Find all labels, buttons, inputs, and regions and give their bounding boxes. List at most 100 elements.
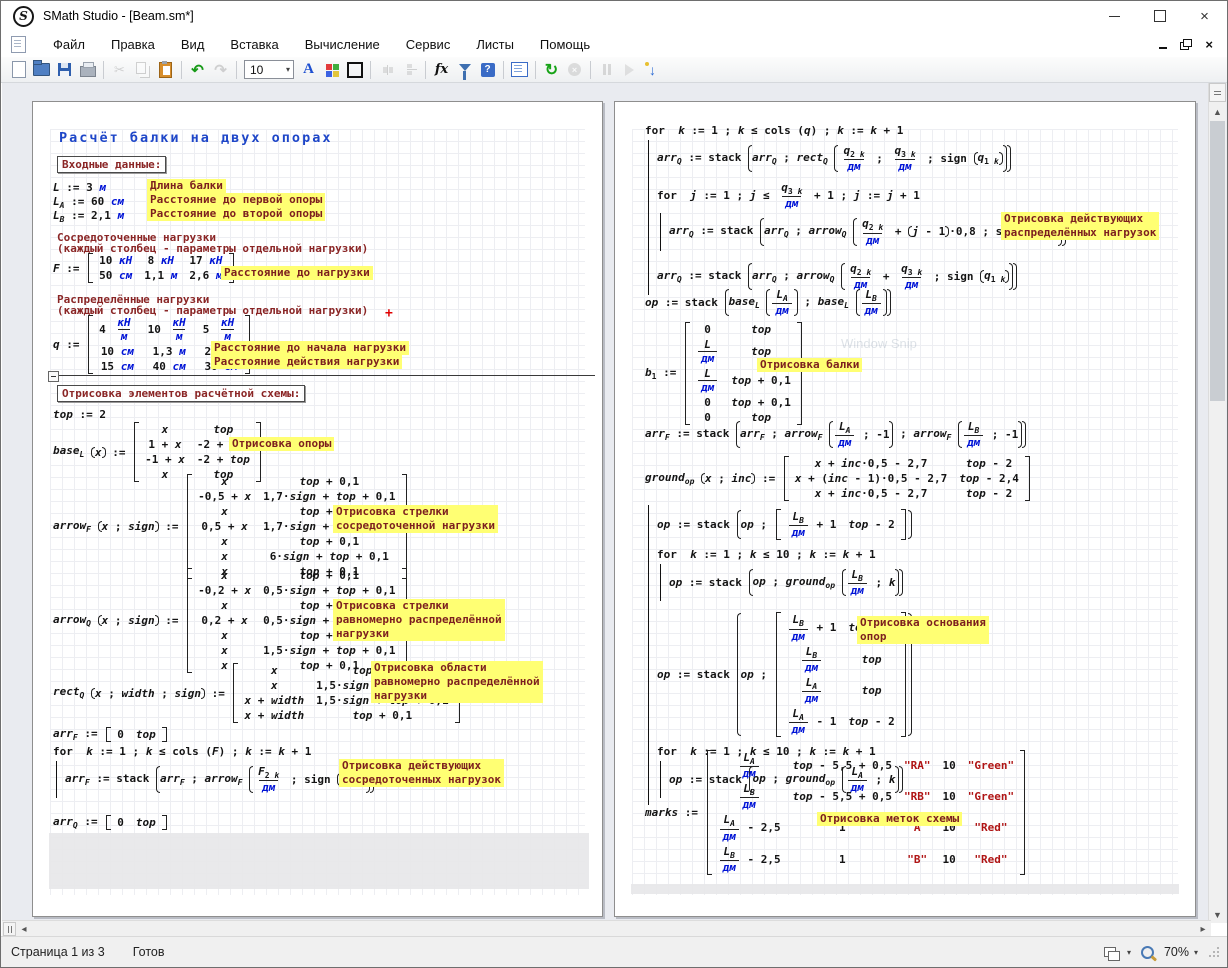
math-region[interactable]: LA := 60 см [53,195,124,210]
math-region[interactable]: top := 2 [53,408,106,421]
comment-region[interactable]: Расстояние до начала нагрузки [211,341,409,355]
math-region[interactable]: groundop x ; inc := x + inc·0,5 - 2,7top… [645,456,1032,501]
math-region[interactable]: arrQ := 0top [53,815,169,830]
comment-region[interactable]: Расстояние до второй опоры [147,207,325,221]
resize-grip[interactable] [1209,947,1219,957]
cut-icon[interactable]: ✂ [108,59,131,81]
comment-region[interactable]: Отрисовка стрелки сосредоточенной нагруз… [333,505,498,533]
interrupt-icon[interactable]: × [563,59,586,81]
vertical-scrollbar[interactable]: ▲ ▼ [1208,83,1226,923]
open-icon[interactable] [30,59,53,81]
menu-item-6[interactable]: Листы [463,33,527,56]
comment-region[interactable]: Отрисовка стрелки равномерно распределён… [333,599,505,641]
comment-region[interactable]: Отрисовка балки [757,358,862,372]
border-icon[interactable] [343,59,366,81]
loop-region[interactable]: for k := 1 ; k ≤ cols (q) ; k := k + 1ar… [645,124,1066,298]
run-icon[interactable] [618,59,641,81]
vertical-scroll-thumb[interactable] [1210,121,1225,401]
reference-icon[interactable]: ? [476,59,499,81]
menu-item-3[interactable]: Вставка [217,33,291,56]
page-layout-icon[interactable] [1099,941,1122,963]
save-icon[interactable] [53,59,76,81]
page-indicator: Страница 1 из 3 [11,945,105,959]
cursor-region: + [385,306,393,321]
math-region[interactable]: b1 := 0topLдмtopLдмtop + 0,10top + 0,10t… [645,322,804,425]
comment-region[interactable]: Расстояние действия нагрузки [211,355,402,369]
boxed-region[interactable]: Входные данные: [57,156,166,173]
page-right[interactable]: for k := 1 ; k ≤ cols (q) ; k := k + 1ar… [614,101,1196,917]
mdi-restore-button[interactable] [1183,39,1189,50]
boxed-region[interactable]: Отрисовка элементов расчётной схемы: [57,385,305,402]
toolbar-separator [181,61,182,79]
menu-item-4[interactable]: Вычисление [292,33,393,56]
undo-icon[interactable]: ↶ [186,59,209,81]
function-icon[interactable]: fx [430,59,453,81]
palette-icon[interactable] [320,59,343,81]
maximize-button[interactable] [1137,1,1182,31]
zoom-caret-icon[interactable]: ▾ [1194,948,1198,957]
redo-icon[interactable]: ↷ [209,59,232,81]
title-bar: S SMath Studio - [Beam.sm*] × [1,1,1227,31]
menu-item-1[interactable]: Правка [98,33,168,56]
comment-region[interactable]: Расстояние до первой опоры [147,193,325,207]
menu-item-2[interactable]: Вид [168,33,218,56]
pause-icon[interactable] [595,59,618,81]
mdi-minimize-button[interactable] [1159,39,1167,49]
scroll-right-icon[interactable]: ▸ [1195,921,1211,937]
toolbar-separator [370,61,371,79]
recalc-icon[interactable]: ↻ [540,59,563,81]
style-icon[interactable] [398,59,421,81]
title-region[interactable]: Расчёт балки на двух опорах [59,130,332,146]
math-region[interactable]: baseL x := xtop1 + x-2 + top-1 + x-2 + t… [53,422,263,482]
math-region[interactable]: L := 3 м [53,181,106,194]
horizontal-splitter-handle[interactable] [3,922,16,936]
font-size-icon[interactable]: 10▾ [244,60,294,79]
scroll-up-icon[interactable]: ▲ [1209,103,1226,120]
ghost-region: Window Snip [841,336,917,351]
vertical-splitter-handle[interactable] [1209,83,1226,102]
print-icon[interactable] [76,59,99,81]
smath-studio-window: S SMath Studio - [Beam.sm*] × ФайлПравка… [0,0,1228,968]
close-button[interactable]: × [1182,1,1227,31]
document-icon[interactable] [11,36,26,53]
app-logo-icon: S [13,6,34,27]
minimize-button[interactable] [1092,1,1137,31]
page-left[interactable]: Расчёт балки на двух опорах Входные данны… [32,101,603,917]
comment-region[interactable]: Расстояние до нагрузки [221,266,373,280]
math-region[interactable]: arrF := stack arrF ; arrowF LAдм ; -1 ; … [645,420,1026,449]
new-icon[interactable] [7,59,30,81]
step-icon[interactable]: ↓ [641,59,664,81]
toolbar-separator [425,61,426,79]
math-region[interactable]: LB := 2,1 м [53,209,124,224]
panel-icon[interactable] [508,59,531,81]
scroll-left-icon[interactable]: ◂ [16,921,32,937]
math-region[interactable]: F := 10 кН8 кН17 кН50 см1,1 м2,6 м [53,253,236,283]
math-region[interactable]: op := stack baseL LAдм ; baseL LBдм [645,288,891,317]
zoom-level[interactable]: 70% [1164,945,1189,959]
comment-region[interactable]: Отрисовка области равномерно распределён… [371,661,543,703]
comment-region[interactable]: Отрисовка основания опор [857,616,989,644]
comment-region[interactable]: Отрисовка меток схемы [817,812,962,826]
menu-item-5[interactable]: Сервис [393,33,464,56]
comment-region[interactable]: Отрисовка действующих сосредоточенных на… [339,759,504,787]
page-layout-caret-icon[interactable]: ▾ [1127,948,1131,957]
menu-item-7[interactable]: Помощь [527,33,603,56]
horizontal-scrollbar[interactable]: ◂ ▸ [2,920,1211,937]
band-region [49,833,589,889]
loop-region[interactable]: for k := 1 ; k ≤ cols (F) ; k := k + 1ar… [53,745,374,801]
paste-icon[interactable] [154,59,177,81]
worksheet-canvas[interactable]: Расчёт балки на двух опорах Входные данны… [2,83,1228,923]
comment-region[interactable]: Отрисовка опоры [229,437,334,451]
horizontal-scroll-track[interactable] [32,921,1195,937]
menu-item-0[interactable]: Файл [40,33,98,56]
comment-region[interactable]: Отрисовка действующих распределённых наг… [1001,212,1159,240]
font-color-icon[interactable]: A [297,59,320,81]
filter-icon[interactable] [453,59,476,81]
zoom-icon[interactable] [1136,941,1159,963]
copy-icon[interactable] [131,59,154,81]
math-region[interactable]: arrF := 0top [53,727,169,742]
mdi-close-button[interactable]: × [1205,37,1213,52]
scroll-down-icon[interactable]: ▼ [1209,906,1226,923]
units-icon[interactable] [375,59,398,81]
comment-region[interactable]: Длина балки [147,179,226,193]
